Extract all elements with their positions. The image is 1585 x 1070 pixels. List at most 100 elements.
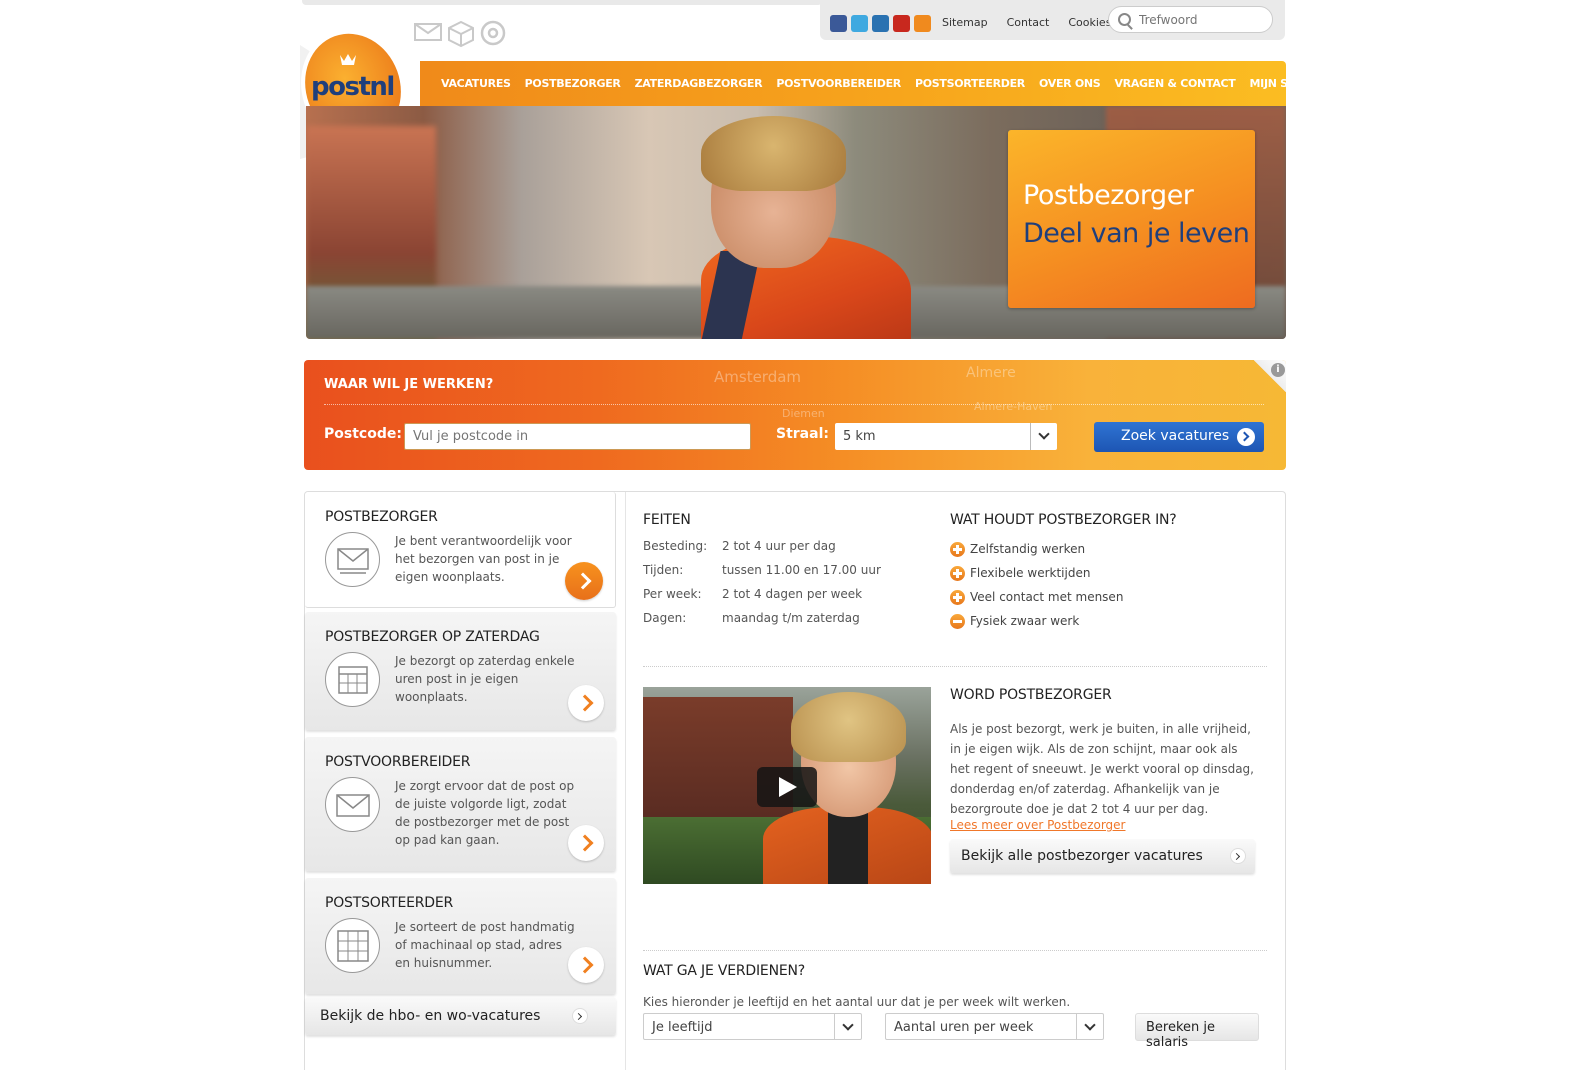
hbo-wo-label: Bekijk de hbo- en wo-vacatures	[320, 1008, 541, 1024]
fact-value: 2 tot 4 dagen per week	[722, 587, 863, 601]
facts-list: Besteding: 2 tot 4 uur per dag Tijden: tus…	[643, 539, 881, 635]
video-person-coat-detail	[828, 812, 868, 884]
linkedin-icon[interactable]	[872, 15, 889, 32]
search-jobs-button[interactable]: Zoek vacatures	[1094, 422, 1264, 452]
dropdown-arrow[interactable]	[834, 1014, 861, 1039]
age-select[interactable]: Je leeftijd	[643, 1013, 862, 1040]
straal-label: Straal:	[776, 426, 829, 442]
card-text: Je zorgt ervoor dat de post op de juiste…	[395, 779, 575, 847]
fact-value: 2 tot 4 uur per dag	[722, 539, 836, 553]
chevron-right-icon	[572, 1008, 588, 1024]
chevron-right-icon[interactable]	[568, 825, 604, 861]
hero-banner: Postbezorger Deel van je leven	[306, 106, 1286, 339]
nav-mijn-sollicitaties[interactable]: MIJN SOLLICITATIES	[1250, 77, 1366, 90]
card-postvoorbereider[interactable]: POSTVOORBEREIDER Je zorgt ervoor dat de …	[305, 737, 616, 871]
hero-promo-box[interactable]: Postbezorger Deel van je leven	[1008, 130, 1255, 308]
postcode-input[interactable]	[405, 424, 750, 449]
list-item-text: Zelfstandig werken	[970, 542, 1086, 556]
search-icon[interactable]	[1118, 13, 1131, 26]
chevron-right-icon[interactable]	[568, 685, 604, 721]
nav-postvoorbereider[interactable]: POSTVOORBEREIDER	[776, 77, 901, 90]
facebook-icon[interactable]	[830, 15, 847, 32]
utility-links: Sitemap Contact Cookies	[942, 16, 1111, 29]
fact-value: tussen 11.00 en 17.00 uur	[722, 563, 881, 577]
view-all-vacancies-button[interactable]: Bekijk alle postbezorger vacatures	[950, 839, 1255, 873]
age-select-value: Je leeftijd	[652, 1020, 713, 1035]
column-divider	[625, 492, 626, 1070]
utility-bar: Sitemap Contact Cookies	[820, 0, 1285, 40]
sitemap-link[interactable]: Sitemap	[942, 16, 988, 29]
read-more-link[interactable]: Lees meer over Postbezorger	[950, 818, 1126, 832]
sorting-icon	[325, 918, 380, 973]
word-text: Als je post bezorgt, werk je buiten, in …	[950, 722, 1254, 816]
rss-icon[interactable]	[914, 15, 931, 32]
video-person-hair	[791, 692, 906, 762]
divider	[324, 404, 1264, 405]
nav-postbezorger[interactable]: POSTBEZORGER	[525, 77, 621, 90]
card-postsorteerder[interactable]: POSTSORTEERDER Je sorteert de post handm…	[305, 878, 616, 994]
search-box	[1108, 6, 1273, 33]
main-nav: VACATURES POSTBEZORGER ZATERDAGBEZORGER …	[420, 61, 1365, 106]
dropdown-arrow[interactable]	[1076, 1014, 1103, 1039]
verdienen-text: Kies hieronder je leeftijd en het aantal…	[643, 995, 1071, 1009]
search-input[interactable]	[1139, 11, 1264, 28]
mail-delivery-icon	[325, 532, 380, 587]
fact-row: Besteding: 2 tot 4 uur per dag	[643, 539, 881, 563]
info-icon[interactable]	[1254, 360, 1286, 392]
at-icon	[480, 20, 506, 46]
nav-vacatures[interactable]: VACATURES	[441, 77, 511, 90]
play-icon[interactable]	[757, 767, 817, 807]
page: Sitemap Contact Cookies postnl VACATURES…	[0, 0, 1585, 1070]
envelope-icon	[325, 777, 380, 832]
list-item: Fysiek zwaar werk	[950, 609, 1123, 633]
nav-postsorteerder[interactable]: POSTSORTEERDER	[915, 77, 1025, 90]
chevron-right-icon	[1230, 848, 1246, 864]
divider	[643, 666, 1267, 667]
plus-icon	[950, 589, 965, 605]
card-postbezorger-zaterdag[interactable]: POSTBEZORGER OP ZATERDAG Je bezorgt op z…	[305, 612, 616, 730]
dropdown-arrow[interactable]	[1030, 423, 1057, 450]
chevron-right-icon[interactable]	[568, 947, 604, 983]
cookies-link[interactable]: Cookies	[1068, 16, 1111, 29]
hbo-wo-link-button[interactable]: Bekijk de hbo- en wo-vacatures	[305, 997, 616, 1035]
hours-select[interactable]: Aantal uren per week	[885, 1013, 1104, 1040]
calculate-salary-button[interactable]: Bereken je salaris	[1135, 1013, 1259, 1050]
package-icon	[448, 20, 474, 48]
nav-over-ons[interactable]: OVER ONS	[1039, 77, 1101, 90]
map-label: Almere	[966, 365, 1016, 381]
nav-zaterdagbezorger[interactable]: ZATERDAGBEZORGER	[635, 77, 763, 90]
calculate-salary-label: Bereken je salaris	[1146, 1020, 1216, 1050]
content-panel: POSTBEZORGER Je bent verantwoordelijk vo…	[304, 491, 1286, 1070]
map-label: Amsterdam	[714, 368, 802, 386]
list-item: Zelfstandig werken	[950, 537, 1123, 561]
nav-vragen-contact[interactable]: VRAGEN & CONTACT	[1114, 77, 1235, 90]
chevron-right-icon[interactable]	[565, 562, 603, 600]
list-item: Flexibele werktijden	[950, 561, 1123, 585]
verdienen-title: WAT GA JE VERDIENEN?	[643, 963, 805, 979]
fact-row: Dagen: maandag t/m zaterdag	[643, 611, 881, 635]
feiten-title: FEITEN	[643, 512, 691, 528]
chevron-right-icon	[1237, 428, 1255, 446]
minus-icon	[950, 613, 965, 629]
fact-key: Per week:	[643, 587, 702, 601]
youtube-icon[interactable]	[893, 15, 910, 32]
search-jobs-label: Zoek vacatures	[1121, 428, 1230, 444]
card-postbezorger[interactable]: POSTBEZORGER Je bent verantwoordelijk vo…	[305, 492, 616, 608]
card-title: POSTBEZORGER	[325, 509, 438, 525]
job-search-band: Amsterdam Almere Almere-Haven Diemen WAA…	[304, 360, 1286, 470]
houdt-in-title: WAT HOUDT POSTBEZORGER IN?	[950, 512, 1177, 528]
straal-select[interactable]: 5 km	[835, 423, 1057, 450]
search-band-title: WAAR WIL JE WERKEN?	[324, 377, 494, 392]
hero-subtitle: Deel van je leven	[1023, 218, 1250, 249]
list-item-text: Fysiek zwaar werk	[970, 614, 1080, 628]
list-item-text: Veel contact met mensen	[970, 590, 1124, 604]
hours-select-value: Aantal uren per week	[894, 1020, 1034, 1035]
video-player[interactable]	[643, 687, 931, 884]
contact-link[interactable]: Contact	[1007, 16, 1050, 29]
fact-row: Tijden: tussen 11.00 en 17.00 uur	[643, 563, 881, 587]
card-text: Je sorteert de post handmatig of machina…	[395, 920, 575, 970]
chevron-down-icon	[842, 1019, 854, 1031]
map-label: Almere-Haven	[974, 400, 1053, 413]
view-all-label: Bekijk alle postbezorger vacatures	[961, 848, 1203, 864]
twitter-icon[interactable]	[851, 15, 868, 32]
